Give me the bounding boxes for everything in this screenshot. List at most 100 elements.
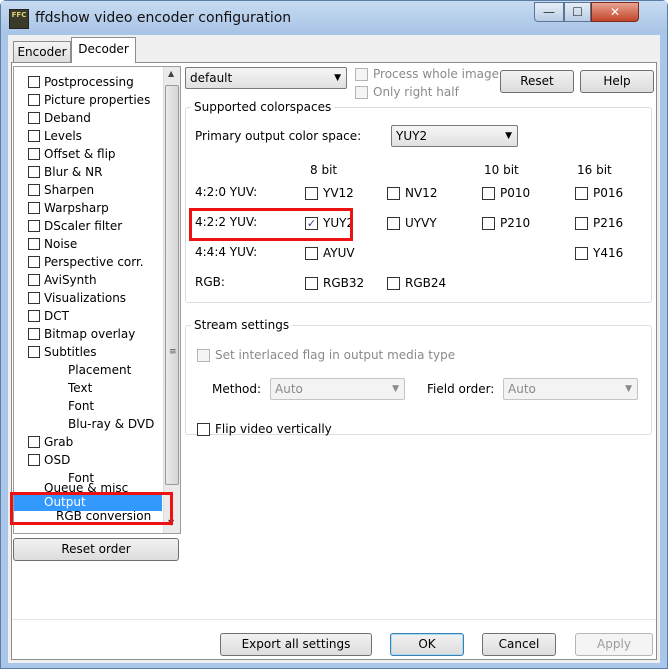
- checkbox-box[interactable]: [355, 68, 368, 81]
- export-all-settings-button[interactable]: Export all settings: [220, 633, 372, 656]
- checkbox-label: P010: [500, 186, 531, 200]
- tree-scrollbar[interactable]: ▲ ≡ ▼: [163, 67, 180, 533]
- field-order-label: Field order:: [427, 382, 495, 396]
- tree-checkbox[interactable]: [28, 166, 40, 178]
- checkbox-box[interactable]: [305, 187, 318, 200]
- ffdshow-app-icon: FFC: [9, 9, 29, 29]
- tree-item-label: Levels: [44, 129, 82, 143]
- tree-item-label: Deband: [44, 111, 91, 125]
- checkbox-box[interactable]: [575, 217, 588, 230]
- tree-item-label: Text: [68, 381, 93, 395]
- row-label-rgb: RGB:: [195, 275, 225, 289]
- checkbox-box[interactable]: [387, 217, 400, 230]
- checkbox-box[interactable]: [197, 423, 210, 436]
- tree-item-label: Placement: [68, 363, 132, 377]
- scroll-up-arrow-icon[interactable]: ▲: [168, 69, 174, 78]
- tree-checkbox[interactable]: [28, 346, 40, 358]
- tree-item-label: Noise: [44, 237, 78, 251]
- tree-item-label: Blu-ray & DVD: [68, 417, 155, 431]
- tree-checkbox[interactable]: [28, 94, 40, 106]
- tree-checkbox[interactable]: [28, 292, 40, 304]
- tree-checkbox[interactable]: [28, 328, 40, 340]
- tree-checkbox[interactable]: [28, 274, 40, 286]
- method-select[interactable]: Auto ▼: [270, 378, 405, 400]
- tree-item-label: Grab: [44, 435, 74, 449]
- tree-checkbox[interactable]: [28, 112, 40, 124]
- tree-checkbox[interactable]: [28, 202, 40, 214]
- checkbox-label: P216: [593, 216, 624, 230]
- tree-checkbox[interactable]: [28, 220, 40, 232]
- cancel-button[interactable]: Cancel: [482, 633, 556, 656]
- reset-button[interactable]: Reset: [500, 70, 574, 93]
- tree-item-subtitle-font[interactable]: Font: [68, 397, 94, 415]
- preset-value: default: [190, 71, 233, 85]
- tree-item-label: OSD: [44, 453, 71, 467]
- tree-item-label: Blur & NR: [44, 165, 103, 179]
- tree-item-label: Subtitles: [44, 345, 97, 359]
- tree-checkbox[interactable]: [28, 310, 40, 322]
- field-order-select[interactable]: Auto ▼: [503, 378, 638, 400]
- tree-item-bluray-dvd[interactable]: Blu-ray & DVD: [68, 415, 154, 433]
- tab-encoder[interactable]: Encoder: [13, 41, 71, 63]
- tree-item-label: DCT: [44, 309, 69, 323]
- checkbox-box[interactable]: [575, 187, 588, 200]
- row-label-420: 4:2:0 YUV:: [195, 185, 258, 199]
- help-button[interactable]: Help: [580, 70, 654, 93]
- tree-checkbox[interactable]: [28, 130, 40, 142]
- tree-checkbox[interactable]: [28, 148, 40, 160]
- checkbox-box[interactable]: [482, 217, 495, 230]
- tree-checkbox[interactable]: [28, 454, 40, 466]
- app-window: FFC ffdshow video encoder configuration …: [0, 0, 668, 669]
- checkbox-box[interactable]: [575, 247, 588, 260]
- minimize-button[interactable]: —: [534, 2, 564, 22]
- checkbox-box[interactable]: [387, 277, 400, 290]
- checkbox-box[interactable]: [305, 247, 318, 260]
- checkbox-box[interactable]: [305, 277, 318, 290]
- checkbox-box[interactable]: [482, 187, 495, 200]
- tree-item-text[interactable]: Text: [68, 379, 92, 397]
- checkbox-label: RGB32: [323, 276, 365, 290]
- checkbox-box[interactable]: [387, 187, 400, 200]
- primary-colorspace-select[interactable]: YUY2 ▼: [391, 125, 518, 147]
- checkbox-box[interactable]: [355, 86, 368, 99]
- tree-checkbox[interactable]: [28, 184, 40, 196]
- tab-decoder[interactable]: Decoder: [71, 37, 136, 63]
- preset-select[interactable]: default ▼: [185, 67, 347, 89]
- highlight-output-item: [10, 492, 173, 525]
- tree-item-placement[interactable]: Placement: [68, 361, 131, 379]
- tree-item-label: DScaler filter: [44, 219, 123, 233]
- method-value: Auto: [275, 382, 303, 396]
- chevron-down-icon: ▼: [334, 73, 341, 83]
- window-title: ffdshow video encoder configuration: [35, 10, 292, 26]
- checkbox-box[interactable]: [197, 349, 210, 362]
- checkbox-label: UYVY: [405, 216, 437, 230]
- tree-item-label: Font: [68, 399, 95, 413]
- highlight-yuy2: [189, 208, 353, 241]
- tree-item-label: Picture properties: [44, 93, 151, 107]
- header-8bit: 8 bit: [310, 163, 338, 177]
- checkbox-label: YV12: [323, 186, 354, 200]
- decoder-tab-panel: Postprocessing Picture properties Deband…: [11, 62, 657, 660]
- scrollbar-thumb[interactable]: ≡: [165, 85, 179, 485]
- chevron-down-icon: ▼: [625, 384, 632, 394]
- tree-checkbox[interactable]: [28, 238, 40, 250]
- stream-settings-group-title: Stream settings: [191, 318, 293, 332]
- tree-item-label: Warpsharp: [44, 201, 109, 215]
- tree-checkbox[interactable]: [28, 256, 40, 268]
- checkbox-label: Flip video vertically: [215, 422, 332, 436]
- method-label: Method:: [212, 382, 262, 396]
- tree-checkbox[interactable]: [28, 436, 40, 448]
- maximize-button[interactable]: ☐: [564, 2, 591, 22]
- colorspaces-group-title: Supported colorspaces: [191, 100, 335, 114]
- close-button[interactable]: ✕: [591, 2, 639, 22]
- tree-item-label: Postprocessing: [44, 75, 134, 89]
- filter-tree[interactable]: Postprocessing Picture properties Deband…: [13, 66, 181, 534]
- header-16bit: 16 bit: [577, 163, 612, 177]
- header-10bit: 10 bit: [484, 163, 519, 177]
- separator: [12, 619, 656, 620]
- ok-button[interactable]: OK: [390, 633, 464, 656]
- reset-order-button[interactable]: Reset order: [13, 538, 179, 561]
- title-bar[interactable]: FFC ffdshow video encoder configuration …: [1, 1, 667, 35]
- apply-button[interactable]: Apply: [575, 633, 653, 656]
- tree-checkbox[interactable]: [28, 76, 40, 88]
